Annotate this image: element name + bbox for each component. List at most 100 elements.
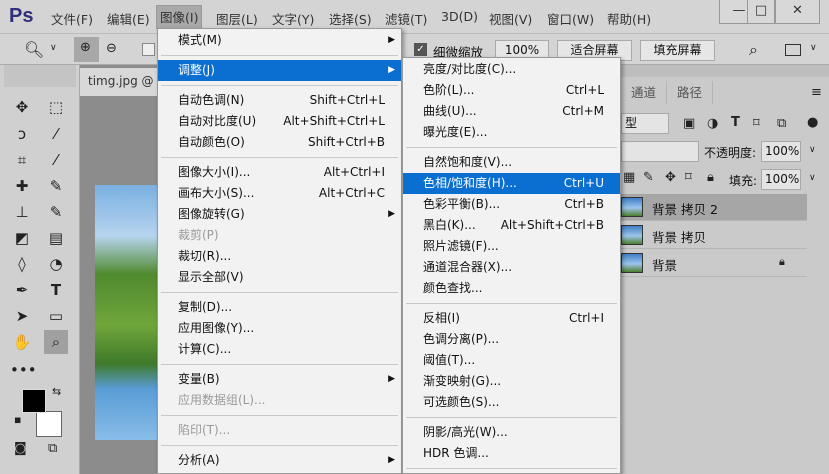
menu-item-计算[interactable]: 计算(C)...	[158, 339, 401, 360]
zoom-tool-icon[interactable]: ⌕	[44, 330, 68, 354]
shape-filter-icon[interactable]: ⌑	[753, 116, 760, 131]
menu-item-变量[interactable]: 变量(B) ▶	[158, 369, 401, 390]
background-color-swatch[interactable]	[36, 411, 62, 437]
search-icon[interactable]: ⌕	[749, 40, 758, 60]
more-tools-icon[interactable]: •••	[10, 358, 37, 382]
layer-row[interactable]: 背景 拷贝 2	[621, 194, 807, 221]
menu-item-模式[interactable]: 模式(M) ▶	[158, 30, 401, 51]
menu-item-显示全部[interactable]: 显示全部(V)	[158, 267, 401, 288]
resize-windows-checkbox[interactable]	[142, 43, 155, 56]
menu-item-图像大小[interactable]: 图像大小(I)... Alt+Ctrl+I	[158, 162, 401, 183]
zoom-out-icon[interactable]: ⊖	[106, 41, 117, 56]
layer-row[interactable]: 背景 🔒︎	[621, 250, 807, 277]
menu-edit[interactable]: 编辑(E)	[104, 9, 153, 28]
menu-item-反相[interactable]: 反相(I) Ctrl+I	[403, 308, 620, 329]
gradient-tool-icon[interactable]: ▤	[44, 226, 68, 250]
menu-item-自动对比度[interactable]: 自动对比度(U) Alt+Shift+Ctrl+L	[158, 111, 401, 132]
menu-item-可选颜色[interactable]: 可选颜色(S)...	[403, 392, 620, 413]
menu-item-色阶[interactable]: 色阶(L)... Ctrl+L	[403, 80, 620, 101]
tab-paths[interactable]: 路径	[667, 81, 714, 104]
lock-artboard-icon[interactable]: ⌑	[685, 170, 692, 185]
menu-item-亮度-对比度[interactable]: 亮度/对比度(C)...	[403, 59, 620, 80]
opacity-input[interactable]: 100%	[761, 141, 801, 162]
lasso-tool-icon[interactable]: ↄ	[10, 122, 34, 146]
dodge-tool-icon[interactable]: ◔	[44, 252, 68, 276]
marquee-tool-icon[interactable]: ⬚	[44, 95, 68, 119]
quick-mask-icon[interactable]: ◙	[14, 441, 27, 456]
chevron-down-icon[interactable]: ∨	[810, 43, 817, 53]
history-brush-icon[interactable]: ✎	[44, 200, 68, 224]
layer-row[interactable]: 背景 拷贝	[621, 222, 807, 249]
menu-item-色彩平衡[interactable]: 色彩平衡(B)... Ctrl+B	[403, 194, 620, 215]
menu-image[interactable]: 图像(I)	[156, 5, 203, 29]
chevron-down-icon[interactable]: ∨	[809, 173, 816, 183]
chevron-down-icon[interactable]: ∨	[50, 43, 57, 53]
blend-mode-select[interactable]	[621, 141, 699, 162]
screen-mode-icon[interactable]: ⧉	[48, 441, 57, 456]
fill-input[interactable]: 100%	[761, 169, 801, 190]
lock-transparency-icon[interactable]: ▦	[623, 170, 635, 185]
menu-item-HDR-色调[interactable]: HDR 色调...	[403, 443, 620, 464]
menu-window[interactable]: 窗口(W)	[544, 9, 597, 28]
menu-item-调整[interactable]: 调整(J) ▶	[158, 60, 401, 81]
lock-position-icon[interactable]: ✥	[665, 170, 676, 185]
menu-view[interactable]: 视图(V)	[486, 9, 535, 28]
menu-item-通道混合器[interactable]: 通道混合器(X)...	[403, 257, 620, 278]
layer-filter-select[interactable]: 型	[621, 113, 669, 134]
menu-item-阴影-高光[interactable]: 阴影/高光(W)...	[403, 422, 620, 443]
menu-select[interactable]: 选择(S)	[326, 9, 375, 28]
filter-toggle-icon[interactable]: ●	[807, 115, 818, 130]
adjustment-filter-icon[interactable]: ◑	[707, 116, 718, 131]
pixel-filter-icon[interactable]: ▣	[683, 116, 695, 131]
menu-item-图像旋转[interactable]: 图像旋转(G) ▶	[158, 204, 401, 225]
menu-item-画布大小[interactable]: 画布大小(S)... Alt+Ctrl+C	[158, 183, 401, 204]
menu-item-色调分离[interactable]: 色调分离(P)...	[403, 329, 620, 350]
menu-item-复制[interactable]: 复制(D)...	[158, 297, 401, 318]
menu-item-自然饱和度[interactable]: 自然饱和度(V)...	[403, 152, 620, 173]
type-tool-icon[interactable]: T	[44, 278, 68, 302]
healing-brush-icon[interactable]: ✚	[10, 174, 34, 198]
rectangle-tool-icon[interactable]: ▭	[44, 304, 68, 328]
close-button[interactable]: ✕	[775, 0, 820, 24]
panel-menu-icon[interactable]: ≡	[811, 85, 822, 100]
menu-layer[interactable]: 图层(L)	[213, 9, 261, 28]
menu-filter[interactable]: 滤镜(T)	[382, 9, 430, 28]
magic-wand-tool-icon[interactable]: ⁄	[44, 122, 68, 146]
menu-help[interactable]: 帮助(H)	[604, 9, 654, 28]
menu-3d[interactable]: 3D(D)	[438, 9, 481, 24]
zoom-tool-icon[interactable]: 🔍︎	[24, 40, 44, 59]
menu-item-照片滤镜[interactable]: 照片滤镜(F)...	[403, 236, 620, 257]
menu-item-分析[interactable]: 分析(A) ▶	[158, 450, 401, 471]
workspace-icon[interactable]	[785, 44, 801, 56]
stamp-tool-icon[interactable]: ⊥	[10, 200, 34, 224]
default-colors-icon[interactable]: ◾	[14, 415, 21, 426]
maximize-button[interactable]: □	[747, 0, 775, 24]
hand-tool-icon[interactable]: ✋	[10, 330, 34, 354]
menu-item-阈值[interactable]: 阈值(T)...	[403, 350, 620, 371]
menu-item-颜色查找[interactable]: 颜色查找...	[403, 278, 620, 299]
tab-channels[interactable]: 通道	[621, 81, 668, 104]
fill-screen-button[interactable]: 填充屏幕	[640, 40, 715, 61]
menu-item-曲线[interactable]: 曲线(U)... Ctrl+M	[403, 101, 620, 122]
document-tab[interactable]: timg.jpg @ 4	[80, 68, 160, 96]
pen-tool-icon[interactable]: ✒	[10, 278, 34, 302]
lock-pixels-icon[interactable]: ✎	[643, 170, 654, 185]
brush-tool-icon[interactable]: ✎	[44, 174, 68, 198]
smart-object-filter-icon[interactable]: ⧉	[777, 116, 786, 131]
foreground-color-swatch[interactable]	[22, 389, 46, 413]
menu-item-裁切[interactable]: 裁切(R)...	[158, 246, 401, 267]
menu-item-曝光度[interactable]: 曝光度(E)...	[403, 122, 620, 143]
blur-tool-icon[interactable]: ◊	[10, 252, 34, 276]
menu-item-黑白[interactable]: 黑白(K)... Alt+Shift+Ctrl+B	[403, 215, 620, 236]
menu-item-自动颜色[interactable]: 自动颜色(O) Shift+Ctrl+B	[158, 132, 401, 153]
lock-all-icon[interactable]: 🔒︎	[707, 170, 714, 185]
chevron-down-icon[interactable]: ∨	[809, 145, 816, 155]
eyedropper-tool-icon[interactable]: ⁄	[44, 148, 68, 172]
menu-type[interactable]: 文字(Y)	[269, 9, 317, 28]
menu-file[interactable]: 文件(F)	[48, 9, 96, 28]
path-selection-icon[interactable]: ➤	[10, 304, 34, 328]
eraser-tool-icon[interactable]: ◩	[10, 226, 34, 250]
move-tool-icon[interactable]: ✥	[10, 95, 34, 119]
type-filter-icon[interactable]: T	[731, 115, 740, 130]
menu-item-自动色调[interactable]: 自动色调(N) Shift+Ctrl+L	[158, 90, 401, 111]
